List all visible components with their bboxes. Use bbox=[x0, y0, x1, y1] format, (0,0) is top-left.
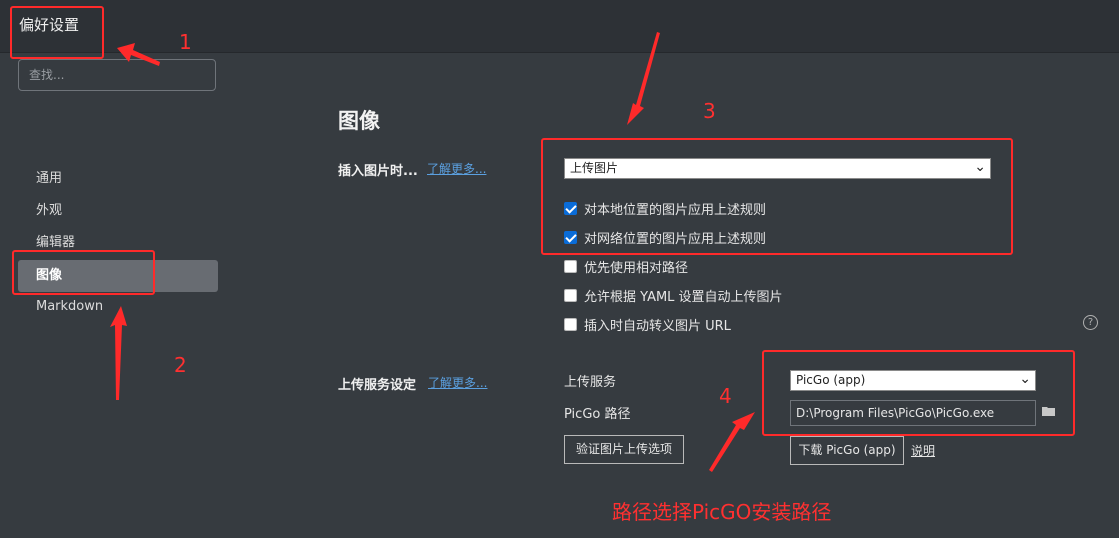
annotation-arrow-4 bbox=[709, 412, 755, 472]
annotation-arrow-2 bbox=[110, 306, 127, 400]
annotation-arrows bbox=[110, 32, 755, 472]
annotation-arrow-1 bbox=[117, 43, 160, 66]
annotation-arrow-3 bbox=[627, 32, 660, 125]
